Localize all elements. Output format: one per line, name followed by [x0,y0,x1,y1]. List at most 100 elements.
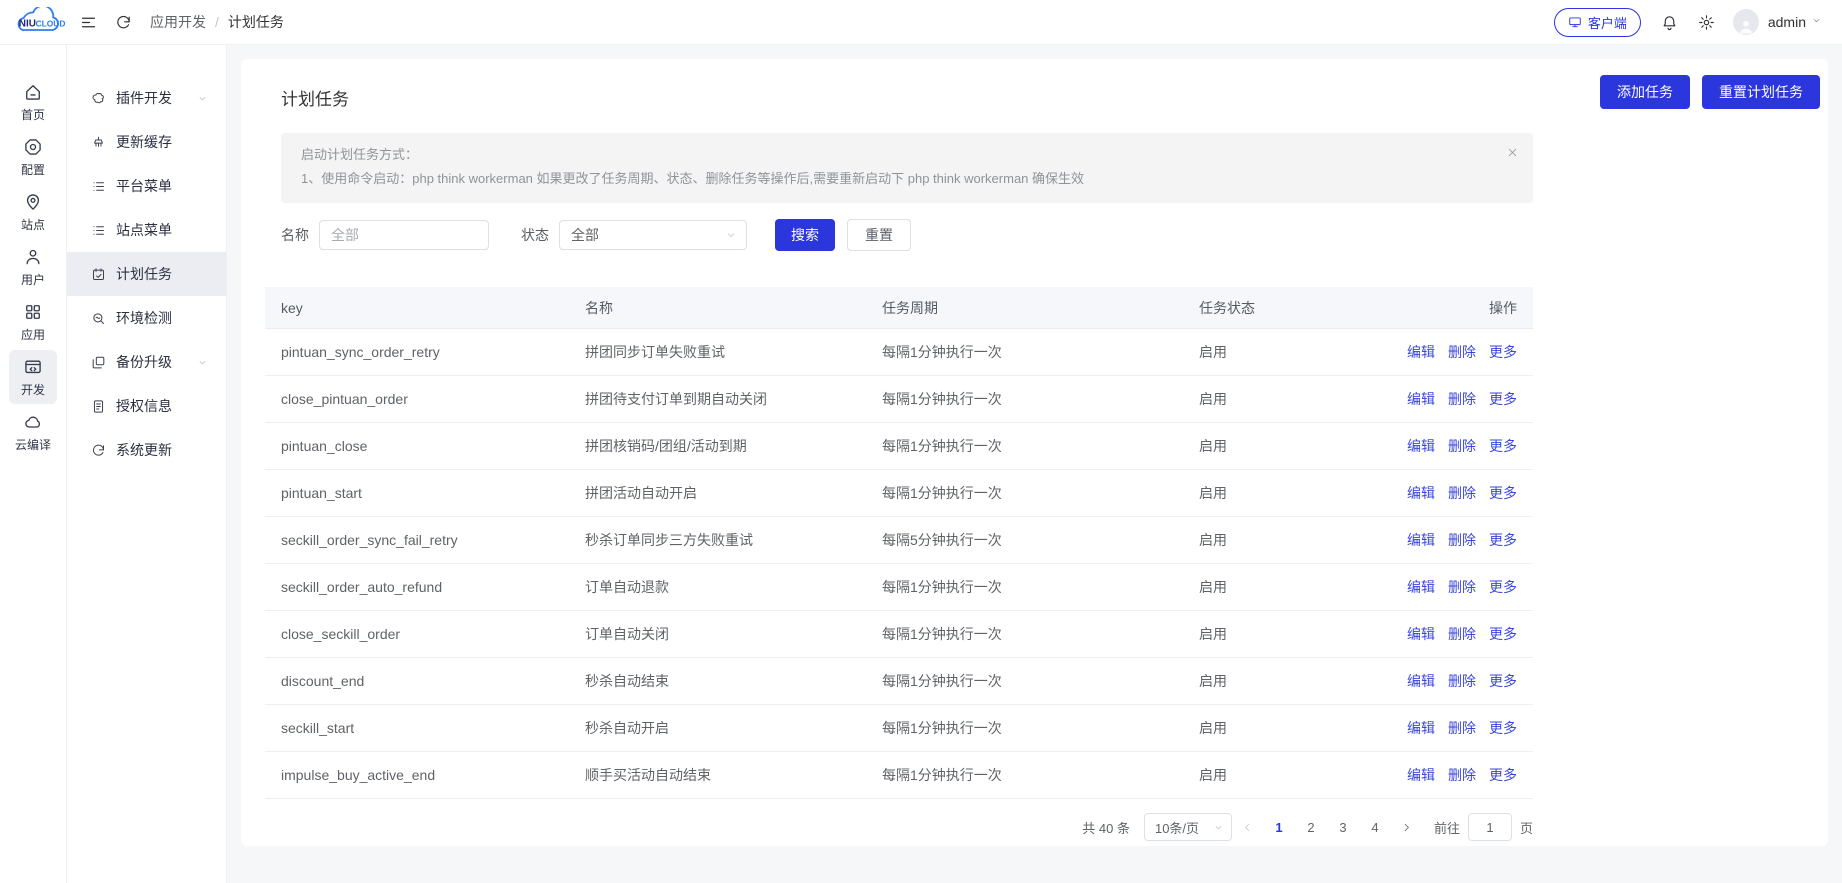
page-size-select[interactable]: 10条/页 [1143,813,1232,841]
sidebar-item-site[interactable]: 站点 [9,185,57,239]
delete-link[interactable]: 删除 [1448,342,1476,362]
goto-page-input[interactable] [1467,813,1512,841]
edit-link[interactable]: 编辑 [1407,342,1435,362]
reset-planned-tasks-button[interactable]: 重置计划任务 [1702,75,1820,109]
cell-actions: 编辑 删除 更多 [1378,483,1533,503]
delete-link[interactable]: 删除 [1448,436,1476,456]
cell-name: 秒杀自动开启 [585,720,669,736]
cell-name: 拼团待支付订单到期自动关闭 [585,391,767,407]
submenu-item-7[interactable]: 授权信息 [67,384,226,428]
add-task-button[interactable]: 添加任务 [1600,75,1690,109]
cell-name: 订单自动退款 [585,579,669,595]
sidebar-item-label: 云编译 [14,437,51,452]
delete-link[interactable]: 删除 [1448,483,1476,503]
more-link[interactable]: 更多 [1489,342,1517,362]
collapse-menu-icon[interactable] [80,14,97,31]
sidebar-item-config[interactable]: 配置 [9,130,57,184]
notice-line2: 1、使用命令启动：php think workerman 如果更改了任务周期、状… [301,171,1085,186]
chevron-down-icon [1811,13,1822,31]
cell-key: pintuan_close [281,438,368,454]
notifications-bell-icon[interactable] [1661,14,1678,31]
brush-icon [91,135,106,150]
sidebar-item-dev[interactable]: 开发 [9,350,57,404]
more-link[interactable]: 更多 [1489,389,1517,409]
submenu-item-8[interactable]: 系统更新 [67,428,226,472]
table-row: pintuan_sync_order_retry 拼团同步订单失败重试 每隔1分钟执… [265,329,1533,376]
close-icon[interactable] [1506,146,1519,159]
cell-actions: 编辑 删除 更多 [1378,671,1533,691]
user-menu[interactable]: admin [1732,9,1822,35]
submenu-item-4[interactable]: 计划任务 [67,252,226,296]
cell-actions: 编辑 删除 更多 [1378,624,1533,644]
status-filter-select[interactable]: 全部 [559,220,747,250]
sidebar-item-apps[interactable]: 应用 [9,295,57,349]
chevron-down-icon [197,357,208,368]
more-link[interactable]: 更多 [1489,718,1517,738]
settings-gear-icon[interactable] [1698,14,1715,31]
edit-link[interactable]: 编辑 [1407,577,1435,597]
list-icon [91,223,106,238]
edit-link[interactable]: 编辑 [1407,389,1435,409]
submenu-item-0[interactable]: 插件开发 [67,76,226,120]
page-number-4[interactable]: 4 [1361,813,1389,841]
page-number-1[interactable]: 1 [1265,813,1293,841]
delete-link[interactable]: 删除 [1448,671,1476,691]
submenu-item-6[interactable]: 备份升级 [67,340,226,384]
username: admin [1767,14,1806,30]
refresh-page-icon[interactable] [115,14,132,31]
breadcrumb: 应用开发 / 计划任务 [150,12,284,32]
prev-page-icon[interactable] [1236,821,1259,834]
search-button[interactable]: 搜索 [775,219,835,251]
delete-link[interactable]: 删除 [1448,624,1476,644]
page-numbers: 1234 [1263,813,1391,841]
sidebar-item-cloud[interactable]: 云编译 [9,405,57,459]
page-number-3[interactable]: 3 [1329,813,1357,841]
cell-cycle: 每隔1分钟执行一次 [882,673,1002,689]
edit-link[interactable]: 编辑 [1407,765,1435,785]
edit-link[interactable]: 编辑 [1407,671,1435,691]
cell-name: 顺手买活动自动结束 [585,767,711,783]
submenu-item-3[interactable]: 站点菜单 [67,208,226,252]
page-title: 计划任务 [281,89,349,109]
table-row: discount_end 秒杀自动结束 每隔1分钟执行一次 启用 编辑 删除 更多 [265,658,1533,705]
next-page-icon[interactable] [1395,821,1418,834]
submenu-item-label: 平台菜单 [116,178,172,194]
content-card: 计划任务 添加任务 重置计划任务 启动计划任务方式： 1、使用命令启动：php … [241,59,1828,846]
more-link[interactable]: 更多 [1489,624,1517,644]
edit-link[interactable]: 编辑 [1407,624,1435,644]
submenu-item-1[interactable]: 更新缓存 [67,120,226,164]
edit-link[interactable]: 编辑 [1407,483,1435,503]
cell-cycle: 每隔1分钟执行一次 [882,485,1002,501]
more-link[interactable]: 更多 [1489,671,1517,691]
cell-status: 启用 [1199,673,1227,689]
delete-link[interactable]: 删除 [1448,577,1476,597]
cell-status: 启用 [1199,720,1227,736]
submenu-item-5[interactable]: 环境检测 [67,296,226,340]
submenu-item-2[interactable]: 平台菜单 [67,164,226,208]
table-body: pintuan_sync_order_retry 拼团同步订单失败重试 每隔1分钟执… [265,329,1533,799]
sidebar-item-label: 首页 [20,107,45,122]
more-link[interactable]: 更多 [1489,483,1517,503]
edit-link[interactable]: 编辑 [1407,530,1435,550]
sidebar-item-label: 用户 [20,272,45,287]
reset-filter-button[interactable]: 重置 [847,219,911,251]
page-number-2[interactable]: 2 [1297,813,1325,841]
edit-link[interactable]: 编辑 [1407,436,1435,456]
dev-icon [23,357,43,377]
delete-link[interactable]: 删除 [1448,389,1476,409]
delete-link[interactable]: 删除 [1448,765,1476,785]
sidebar-item-home[interactable]: 首页 [9,75,57,129]
client-button[interactable]: 客户端 [1553,7,1641,37]
delete-link[interactable]: 删除 [1448,530,1476,550]
sidebar-item-user[interactable]: 用户 [9,240,57,294]
chevron-down-icon [197,93,208,104]
more-link[interactable]: 更多 [1489,530,1517,550]
column-header-0: key [281,299,303,316]
delete-link[interactable]: 删除 [1448,718,1476,738]
more-link[interactable]: 更多 [1489,577,1517,597]
name-filter-input[interactable] [319,220,489,250]
more-link[interactable]: 更多 [1489,436,1517,456]
breadcrumb-parent[interactable]: 应用开发 [150,12,206,32]
edit-link[interactable]: 编辑 [1407,718,1435,738]
more-link[interactable]: 更多 [1489,765,1517,785]
